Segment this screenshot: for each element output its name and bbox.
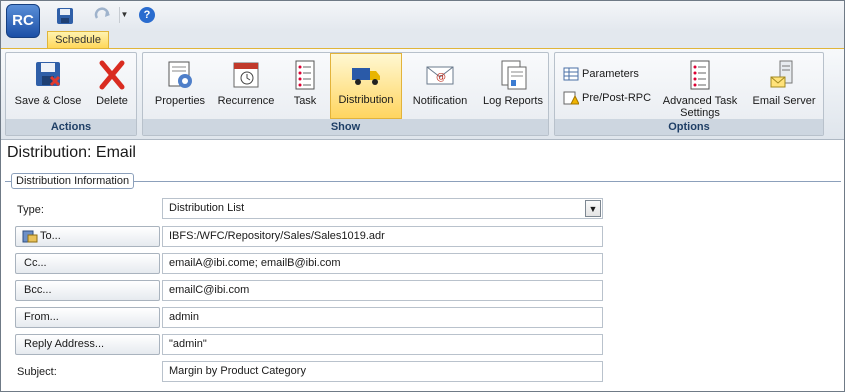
- advanced-settings-icon: [690, 60, 710, 90]
- help-icon[interactable]: ?: [139, 7, 155, 23]
- recurrence-button[interactable]: Recurrence: [215, 55, 277, 117]
- bcc-button[interactable]: Bcc...: [15, 280, 160, 301]
- delete-button[interactable]: Delete: [90, 55, 134, 117]
- distribution-label: Distribution: [338, 94, 394, 106]
- group-label-show: Show: [143, 119, 548, 135]
- reply-address-button[interactable]: Reply Address...: [15, 334, 160, 355]
- subject-label: Subject:: [17, 366, 57, 378]
- from-field[interactable]: admin: [162, 307, 603, 328]
- chevron-down-icon[interactable]: ▼: [585, 200, 601, 217]
- log-reports-label: Log Reports: [483, 95, 543, 107]
- type-label: Type:: [17, 204, 44, 216]
- ribbon-group-actions: Save & Close Delete Actions: [5, 52, 137, 136]
- type-select[interactable]: Distribution List ▼: [162, 198, 603, 219]
- application-window: RC ▼ ? Schedule Save & Close Delete Acti…: [0, 0, 845, 392]
- save-icon[interactable]: [56, 7, 74, 25]
- from-button[interactable]: From...: [15, 307, 160, 328]
- group-label-actions: Actions: [6, 119, 136, 135]
- app-menu-button[interactable]: RC: [6, 4, 40, 38]
- pre-post-rpc-button[interactable]: Pre/Post-RPC: [563, 89, 651, 107]
- parameters-button[interactable]: Parameters: [563, 65, 639, 83]
- to-field[interactable]: IBFS:/WFC/Repository/Sales/Sales1019.adr: [162, 226, 603, 247]
- log-reports-button[interactable]: Log Reports: [479, 55, 547, 117]
- delete-label: Delete: [96, 95, 128, 107]
- type-value: Distribution List: [169, 202, 245, 214]
- tab-schedule[interactable]: Schedule: [47, 31, 109, 48]
- pre-post-rpc-label: Pre/Post-RPC: [582, 92, 652, 104]
- page-title: Distribution: Email: [7, 144, 136, 161]
- ribbon-group-show: Properties Recurrence Task Distribution …: [142, 52, 549, 136]
- email-server-button[interactable]: Email Server: [747, 55, 821, 117]
- svg-text:@: @: [436, 72, 446, 83]
- truck-icon: [352, 68, 380, 85]
- parameters-icon: [563, 67, 579, 81]
- email-icon: @: [426, 66, 454, 85]
- task-list-icon: [295, 60, 315, 90]
- ribbon: Save & Close Delete Actions Properties R…: [1, 48, 844, 140]
- ribbon-group-options: Parameters Pre/Post-RPC Advanced Task Se…: [554, 52, 824, 136]
- email-server-icon: [770, 60, 793, 88]
- advanced-task-settings-label: Advanced Task Settings: [662, 95, 738, 119]
- reply-address-field[interactable]: "admin": [162, 334, 603, 355]
- section-legend: Distribution Information: [11, 173, 135, 189]
- advanced-task-settings-button[interactable]: Advanced Task Settings: [657, 55, 743, 119]
- delete-x-icon: [99, 60, 125, 90]
- to-button[interactable]: To...: [15, 226, 160, 247]
- ribbon-tab-row: [1, 31, 844, 48]
- properties-icon: [168, 61, 192, 88]
- notification-label: Notification: [412, 95, 468, 107]
- cc-field[interactable]: emailA@ibi.come; emailB@ibi.com: [162, 253, 603, 274]
- properties-label: Properties: [154, 95, 206, 107]
- save-close-button[interactable]: Save & Close: [10, 55, 86, 117]
- parameters-label: Parameters: [582, 68, 639, 80]
- recurrence-label: Recurrence: [217, 95, 275, 107]
- calendar-icon: [233, 62, 259, 88]
- save-close-label: Save & Close: [14, 95, 82, 107]
- cc-button[interactable]: Cc...: [15, 253, 160, 274]
- distribution-button[interactable]: Distribution: [330, 53, 402, 119]
- customize-toolbar-button[interactable]: ▼: [119, 7, 129, 23]
- task-button[interactable]: Task: [281, 55, 329, 117]
- subject-field[interactable]: Margin by Product Category: [162, 361, 603, 382]
- save-close-icon: [36, 62, 61, 87]
- group-label-options: Options: [555, 119, 823, 135]
- bcc-field[interactable]: emailC@ibi.com: [162, 280, 603, 301]
- address-book-icon: [22, 230, 38, 243]
- pre-post-rpc-icon: [563, 91, 579, 105]
- redo-icon[interactable]: [94, 7, 112, 25]
- properties-button[interactable]: Properties: [147, 55, 213, 117]
- task-label: Task: [293, 95, 317, 107]
- notification-button[interactable]: @ Notification: [405, 55, 475, 117]
- to-button-label: To...: [40, 230, 61, 242]
- email-server-label: Email Server: [752, 95, 816, 107]
- log-reports-icon: [501, 60, 527, 90]
